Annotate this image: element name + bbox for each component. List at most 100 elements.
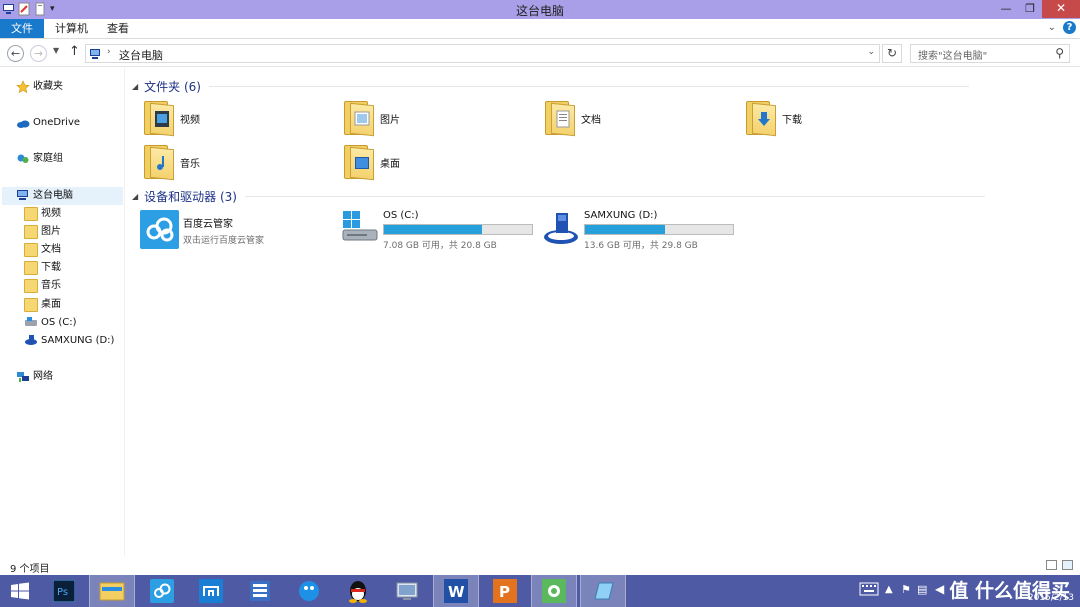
tab-view[interactable]: 查看: [96, 19, 140, 38]
taskbar-screenshot-tool[interactable]: [531, 575, 577, 607]
taskbar-photoshop[interactable]: Ps: [41, 575, 87, 607]
nav-homegroup[interactable]: 家庭组: [16, 150, 63, 168]
folder-label: 桌面: [380, 158, 400, 170]
help-icon[interactable]: ?: [1063, 21, 1076, 34]
cloud-icon: [16, 116, 30, 130]
nav-desktop[interactable]: 桌面: [24, 296, 61, 314]
tab-file[interactable]: 文件: [0, 19, 44, 38]
section-divider: [208, 85, 969, 87]
search-input[interactable]: 搜索"这台电脑" ⚲: [910, 44, 1070, 63]
keyboard-icon[interactable]: [859, 582, 879, 599]
collapse-icon[interactable]: ◢: [132, 82, 138, 91]
nav-label: 视频: [41, 208, 61, 219]
minimize-button[interactable]: —: [994, 0, 1018, 18]
drive-d-item[interactable]: SAMXUNG (D:) 13.6 GB 可用，共 29.8 GB: [541, 207, 741, 253]
large-icons-view-icon[interactable]: [1062, 560, 1073, 570]
taskbar-network-tool[interactable]: [384, 575, 430, 607]
taskbar-baidu-cloud[interactable]: [139, 575, 185, 607]
flag-icon[interactable]: ⚑: [901, 583, 911, 596]
photoshop-icon: Ps: [53, 580, 75, 602]
file-explorer-icon: [99, 582, 125, 601]
network-tool-icon: [396, 582, 418, 600]
nav-favorites[interactable]: 收藏夹: [16, 78, 63, 96]
start-button[interactable]: [0, 575, 40, 607]
recent-locations-icon[interactable]: ▼: [53, 46, 59, 55]
maxthon-icon: [199, 579, 223, 603]
back-button[interactable]: ←: [7, 45, 24, 62]
nav-documents[interactable]: 文档: [24, 241, 61, 259]
address-bar[interactable]: › 这台电脑 ⌄: [85, 44, 880, 63]
address-row: ← → ▼ ↑ › 这台电脑 ⌄ ↻ 搜索"这台电脑" ⚲: [0, 40, 1080, 67]
restore-button[interactable]: ❐: [1018, 0, 1042, 18]
nav-music[interactable]: 音乐: [24, 277, 61, 295]
section-title: 设备和驱动器 (3): [144, 189, 237, 204]
nav-drive-d[interactable]: SAMXUNG (D:): [24, 332, 114, 350]
drive-usage-fill: [384, 225, 482, 234]
nav-pictures[interactable]: 图片: [24, 223, 61, 241]
clock-date[interactable]: 2015/2/13: [1028, 593, 1074, 603]
baidu-cloud-item[interactable]: 百度云管家 双击运行百度云管家: [140, 210, 264, 250]
folder-label: 音乐: [180, 158, 200, 170]
nav-videos[interactable]: 视频: [24, 205, 61, 223]
network-tray-icon[interactable]: ▤: [917, 583, 927, 596]
taskbar-wps-writer[interactable]: W: [433, 575, 479, 607]
taskbar-server-manager[interactable]: [237, 575, 283, 607]
view-switcher: [1046, 560, 1073, 570]
taskbar-file-explorer[interactable]: [89, 575, 135, 607]
folder-icon: [24, 261, 38, 275]
show-hidden-icons-icon[interactable]: ▲: [885, 584, 893, 595]
collapse-icon[interactable]: ◢: [132, 192, 138, 201]
close-button[interactable]: ✕: [1042, 0, 1080, 18]
taskbar-ie[interactable]: [286, 575, 332, 607]
app-name: 百度云管家: [183, 218, 233, 230]
qq-penguin-icon: [349, 581, 367, 603]
expand-ribbon-icon[interactable]: ⌄: [1048, 22, 1056, 33]
volume-icon[interactable]: ◀: [935, 582, 944, 596]
details-view-icon[interactable]: [1046, 560, 1057, 570]
folders-section-header[interactable]: ◢ 文件夹 (6): [132, 77, 969, 95]
folder-pictures[interactable]: 图片: [342, 98, 400, 138]
document-folder-icon: [543, 98, 577, 138]
usb-drive-icon: [542, 209, 582, 250]
taskbar-qq[interactable]: [335, 575, 381, 607]
tab-computer[interactable]: 计算机: [44, 19, 99, 38]
drive-usage-bar: [584, 224, 734, 235]
baidu-cloud-icon: [150, 579, 174, 603]
taskbar-notepad[interactable]: [580, 575, 626, 607]
navigation-pane: 收藏夹 OneDrive 家庭组 这台电脑 视频 图片 文档 下载 音乐 桌面 …: [0, 68, 125, 556]
nav-label: 下载: [41, 262, 61, 273]
nav-drive-c[interactable]: OS (C:): [24, 314, 77, 332]
drive-usage-bar: [383, 224, 533, 235]
drive-c-item[interactable]: OS (C:) 7.08 GB 可用，共 20.8 GB: [340, 207, 540, 253]
folder-videos[interactable]: 视频: [142, 98, 200, 138]
nav-network[interactable]: 网络: [16, 368, 53, 386]
devices-section-header[interactable]: ◢ 设备和驱动器 (3): [132, 187, 985, 205]
nav-label: 图片: [41, 226, 61, 237]
music-folder-icon: [142, 142, 176, 182]
folder-downloads[interactable]: 下载: [744, 98, 802, 138]
star-icon: [16, 80, 30, 94]
breadcrumb-separator-icon[interactable]: ›: [107, 47, 111, 57]
folder-music[interactable]: 音乐: [142, 142, 200, 182]
nav-downloads[interactable]: 下载: [24, 259, 61, 277]
folder-documents[interactable]: 文档: [543, 98, 601, 138]
up-button[interactable]: ↑: [69, 44, 80, 59]
forward-button[interactable]: →: [30, 45, 47, 62]
folder-label: 下载: [782, 114, 802, 126]
nav-label: 桌面: [41, 299, 61, 310]
taskbar-maxthon[interactable]: [188, 575, 234, 607]
address-dropdown-icon[interactable]: ⌄: [867, 47, 875, 57]
app-subtitle: 双击运行百度云管家: [183, 235, 265, 246]
breadcrumb[interactable]: 这台电脑: [119, 47, 163, 63]
computer-icon: [89, 48, 103, 59]
taskbar-wps-presentation[interactable]: P: [482, 575, 528, 607]
windows-drive-icon: [341, 209, 381, 248]
refresh-button[interactable]: ↻: [882, 44, 902, 63]
nav-label: 家庭组: [33, 153, 63, 164]
nav-this-pc[interactable]: 这台电脑: [2, 187, 123, 205]
search-icon[interactable]: ⚲: [1055, 46, 1064, 60]
folder-desktop[interactable]: 桌面: [342, 142, 400, 182]
nav-onedrive[interactable]: OneDrive: [16, 114, 80, 132]
windows-logo-icon: [11, 582, 29, 600]
ribbon-tabs: 文件 计算机 查看 ⌄ ?: [0, 19, 1080, 39]
